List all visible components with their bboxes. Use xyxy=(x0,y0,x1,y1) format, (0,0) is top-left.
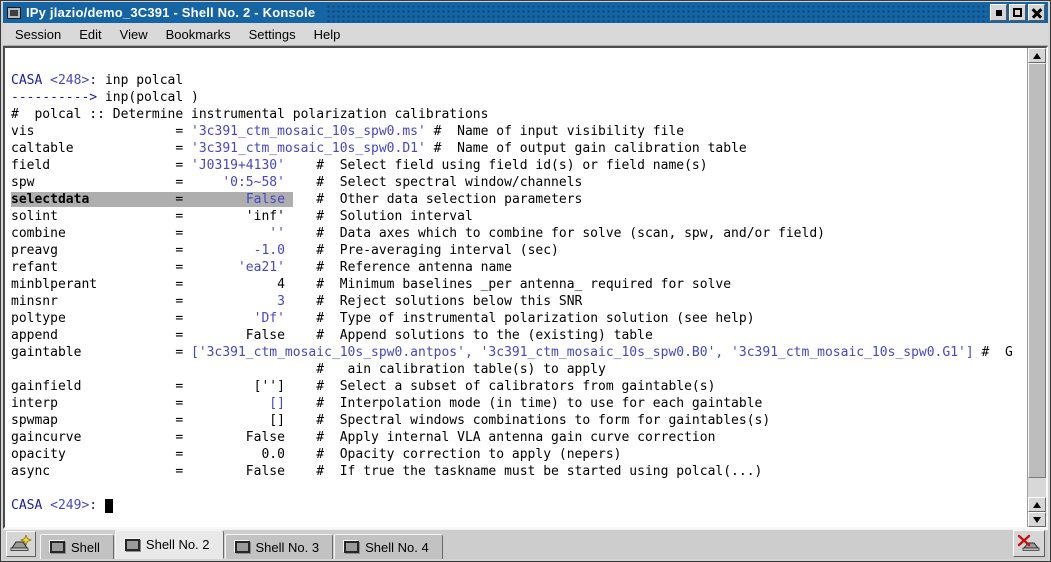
maximize-icon xyxy=(1013,8,1022,17)
tab-label: Shell No. 2 xyxy=(145,537,210,552)
terminal-line: spwmap = [] # Spectral windows combinati… xyxy=(11,413,771,428)
menu-settings[interactable]: Settings xyxy=(240,24,305,45)
terminal-frame: CASA <248>: inp polcal ----------> inp(po… xyxy=(3,46,1048,529)
scroll-up-button[interactable] xyxy=(1028,497,1046,512)
terminal-line: interp = [] # Interpolation mode (in tim… xyxy=(11,396,763,411)
close-button[interactable] xyxy=(1028,4,1045,21)
terminal-line: poltype = 'Df' # Type of instrumental po… xyxy=(11,311,755,326)
terminal-line: # polcal :: Determine instrumental polar… xyxy=(11,107,489,122)
scrollbar xyxy=(1027,48,1046,527)
session-tabbar: Shell Shell No. 2 Shell No. 3 Shell No. … xyxy=(3,529,1048,559)
terminal-icon xyxy=(344,541,360,553)
terminal-line: solint = 'inf' # Solution interval xyxy=(11,209,473,224)
terminal-line: async = False # If true the taskname mus… xyxy=(11,464,763,479)
arrow-down-icon xyxy=(1033,516,1041,523)
terminal-line: minblperant = 4 # Minimum baselines _per… xyxy=(11,277,732,292)
terminal-line: CASA <248>: inp polcal xyxy=(11,73,184,88)
arrow-up-icon xyxy=(1033,52,1041,59)
minimize-icon xyxy=(995,9,1002,16)
tab-label: Shell No. 3 xyxy=(255,539,320,555)
terminal-icon xyxy=(234,541,250,553)
terminal-line: vis = '3c391_ctm_mosaic_10s_spw0.ms' # N… xyxy=(11,124,685,139)
text-cursor xyxy=(104,499,113,513)
tab-shell[interactable]: Shell xyxy=(40,534,114,559)
menu-help[interactable]: Help xyxy=(305,24,350,45)
menu-view[interactable]: View xyxy=(111,24,157,45)
scroll-up-button-top[interactable] xyxy=(1028,48,1046,63)
close-icon xyxy=(1032,8,1042,18)
minimize-button[interactable] xyxy=(990,4,1007,21)
terminal-icon xyxy=(50,541,65,553)
scroll-thumb[interactable] xyxy=(1028,63,1046,478)
menu-bookmarks[interactable]: Bookmarks xyxy=(157,24,240,45)
terminal-line: caltable = '3c391_ctm_mosaic_10s_spw0.D1… xyxy=(11,141,747,156)
terminal-output[interactable]: CASA <248>: inp polcal ----------> inp(po… xyxy=(5,48,1027,527)
maximize-button[interactable] xyxy=(1009,4,1026,21)
scroll-down-button[interactable] xyxy=(1028,512,1046,527)
terminal-line: opacity = 0.0 # Opacity correction to ap… xyxy=(11,447,622,462)
close-session-icon xyxy=(1017,534,1040,551)
terminal-line: refant = 'ea21' # Reference antenna name xyxy=(11,260,512,275)
terminal-line: preavg = -1.0 # Pre-averaging interval (… xyxy=(11,243,559,258)
arrow-up-icon xyxy=(1033,501,1041,508)
konsole-window: IPy jlazio/demo_3C391 - Shell No. 2 - Ko… xyxy=(0,0,1051,562)
konsole-app-icon[interactable] xyxy=(7,6,21,19)
terminal-line: field = 'J0319+4130' # Select field usin… xyxy=(11,158,708,173)
new-session-button[interactable] xyxy=(6,531,36,557)
titlebar[interactable]: IPy jlazio/demo_3C391 - Shell No. 2 - Ko… xyxy=(3,2,1048,23)
terminal-line: minsnr = 3 # Reject solutions below this… xyxy=(11,294,583,309)
terminal-line: ----------> inp(polcal ) xyxy=(11,90,199,105)
terminal-line: selectdata = False # Other data selectio… xyxy=(11,192,583,207)
tab-shell-no-4[interactable]: Shell No. 4 xyxy=(334,534,443,559)
tab-label: Shell xyxy=(71,539,100,555)
terminal-line: CASA <249>: xyxy=(11,497,1027,514)
terminal-icon xyxy=(124,538,140,551)
menubar: Session Edit View Bookmarks Settings Hel… xyxy=(3,23,1048,46)
terminal-line: combine = '' # Data axes which to combin… xyxy=(11,226,825,241)
close-session-button[interactable] xyxy=(1013,530,1045,557)
window-title: IPy jlazio/demo_3C391 - Shell No. 2 - Ko… xyxy=(26,5,316,20)
terminal-line: gaincurve = False # Apply internal VLA a… xyxy=(11,430,716,445)
titlebar-texture xyxy=(325,3,988,22)
terminal-line: spw = '0:5~58' # Select spectral window/… xyxy=(11,175,583,190)
scroll-track[interactable] xyxy=(1028,63,1046,497)
terminal-line: # ain calibration table(s) to apply xyxy=(11,362,606,377)
new-session-icon xyxy=(10,535,32,551)
terminal-line: gainfield = [''] # Select a subset of ca… xyxy=(11,379,716,394)
tab-label: Shell No. 4 xyxy=(365,539,429,555)
tab-shell-no-2[interactable]: Shell No. 2 xyxy=(114,530,224,559)
menu-session[interactable]: Session xyxy=(6,24,70,45)
menu-edit[interactable]: Edit xyxy=(70,24,110,45)
tab-shell-no-3[interactable]: Shell No. 3 xyxy=(224,534,334,559)
terminal-line: gaintable = ['3c391_ctm_mosaic_10s_spw0.… xyxy=(11,345,1013,360)
terminal-line: append = False # Append solutions to the… xyxy=(11,328,653,343)
